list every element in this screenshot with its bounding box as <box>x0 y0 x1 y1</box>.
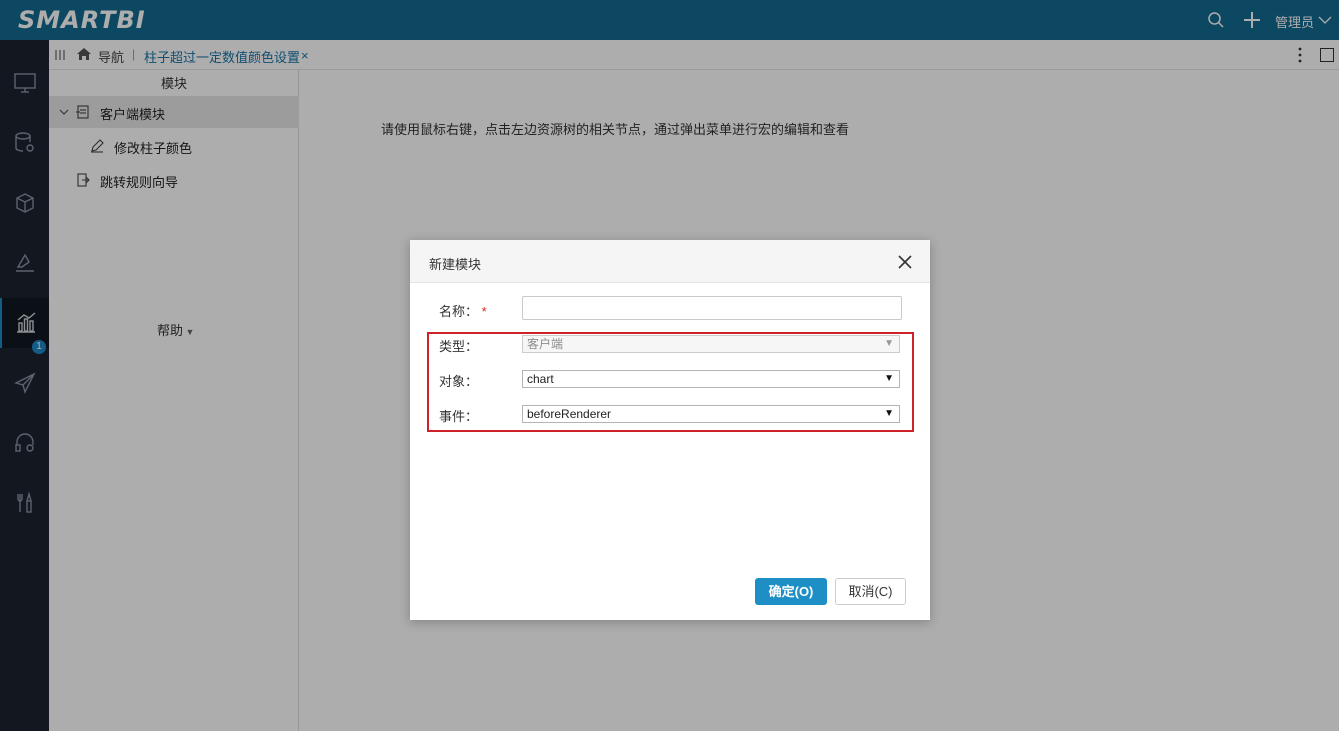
close-icon[interactable] <box>897 254 913 270</box>
type-value: 客户端 <box>527 337 564 351</box>
type-select: 客户端 ▼ <box>522 335 900 353</box>
dialog-header: 新建模块 <box>410 240 930 283</box>
object-select[interactable]: chart ▼ <box>522 370 900 388</box>
object-label: 对象： <box>439 374 479 389</box>
dialog-title: 新建模块 <box>429 257 482 272</box>
event-select[interactable]: beforeRenderer ▼ <box>522 405 900 423</box>
dropdown-arrow-icon: ▼ <box>884 408 894 419</box>
name-label: 名称： * <box>439 304 487 319</box>
name-field[interactable] <box>522 296 902 320</box>
required-mark: * <box>481 304 487 319</box>
event-label: 事件： <box>439 409 479 424</box>
cancel-button[interactable]: 取消(C) <box>835 578 906 605</box>
new-module-dialog: 新建模块 名称： * 类型： 客户端 ▼ 对象： chart ▼ 事件： bef… <box>410 240 930 620</box>
object-value: chart <box>527 372 554 386</box>
confirm-button[interactable]: 确定(O) <box>755 578 827 605</box>
event-value: beforeRenderer <box>527 407 612 421</box>
dropdown-arrow-icon: ▼ <box>884 373 894 384</box>
type-label: 类型： <box>439 339 479 354</box>
dropdown-arrow-icon: ▼ <box>884 338 894 349</box>
